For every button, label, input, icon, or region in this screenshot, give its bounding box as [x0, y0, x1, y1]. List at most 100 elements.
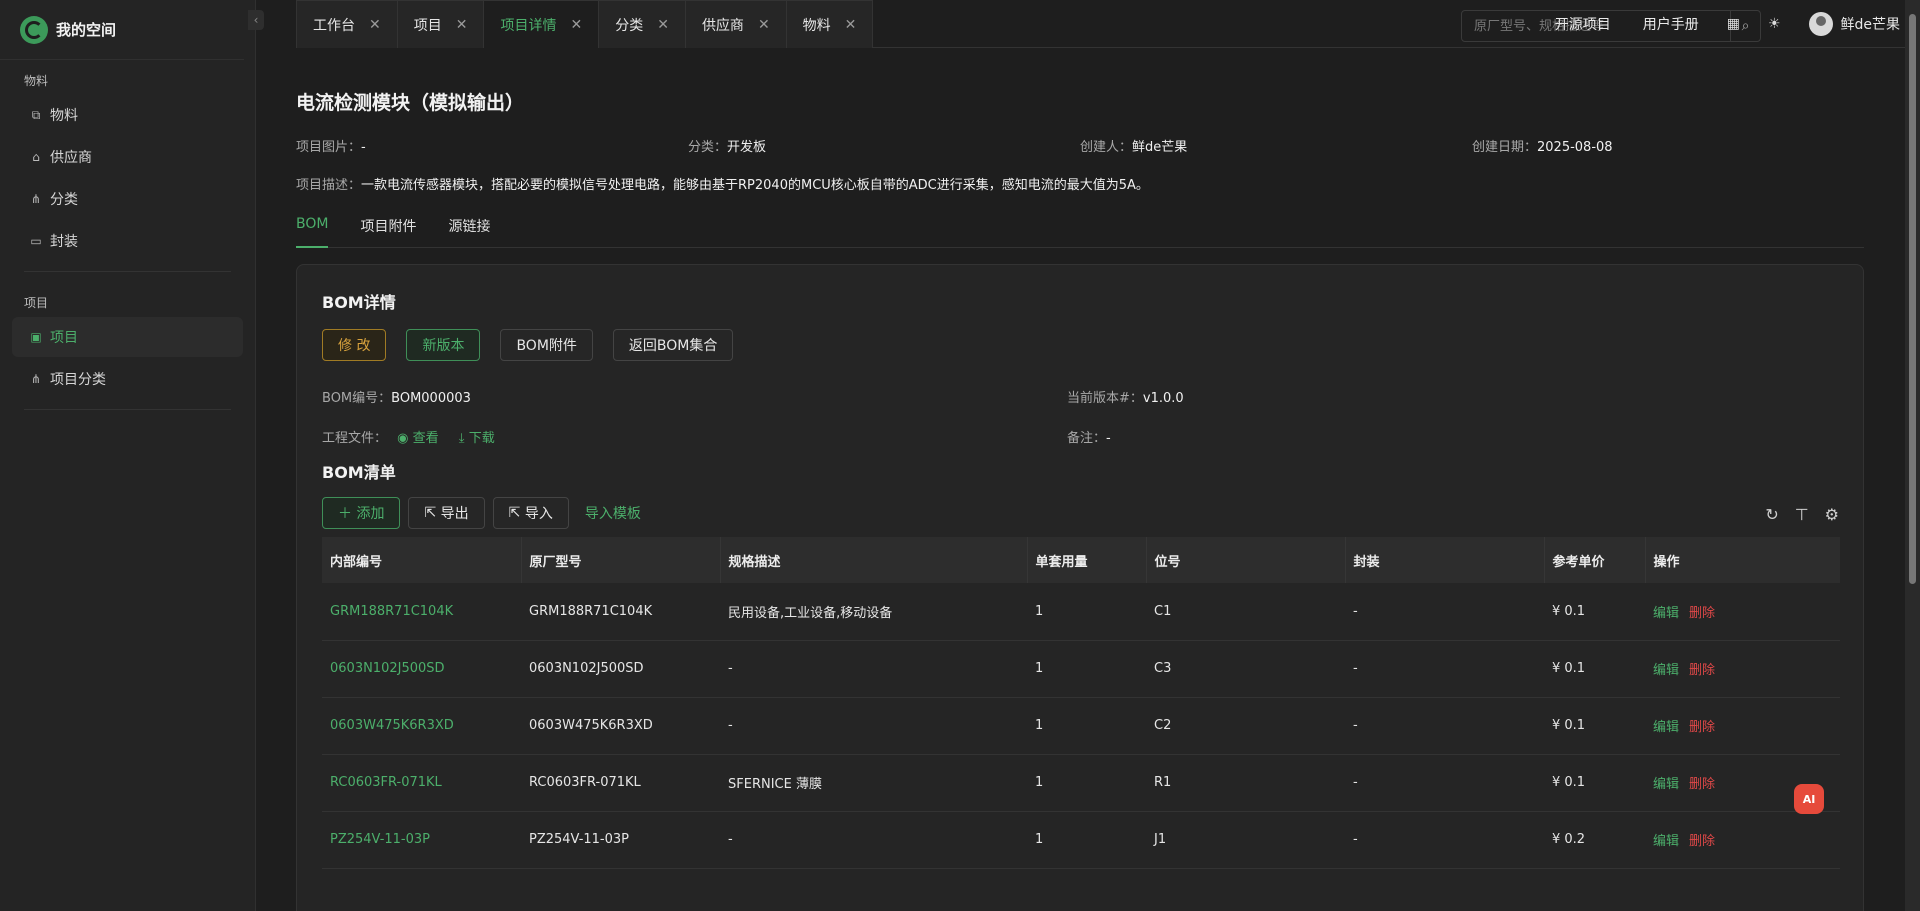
table-row: 0603N102J500SD 0603N102J500SD - 1 C3 - ¥…	[322, 640, 1840, 697]
bom-code: BOM编号：BOM000003	[322, 387, 471, 406]
edit-link[interactable]: 编辑	[1653, 777, 1679, 792]
import-template-link[interactable]: 导入模板	[585, 503, 641, 523]
column-header[interactable]: 位号	[1146, 537, 1346, 583]
sidebar-item-package[interactable]: ▭ 封装	[12, 221, 243, 261]
info-value: 一款电流传感器模块，搭配必要的模拟信号处理电路，能够由基于RP2040的MCU核…	[361, 178, 1149, 193]
row-actions: 编辑 删除	[1645, 811, 1840, 868]
sidebar-item-supplier[interactable]: ⌂ 供应商	[12, 137, 243, 177]
table-cell: R1	[1154, 775, 1172, 790]
info-key: 创建日期：	[1472, 140, 1538, 155]
edit-link[interactable]: 编辑	[1653, 606, 1679, 621]
export-button[interactable]: ⇱ 导出	[408, 497, 485, 529]
theme-sun-icon[interactable]: ☀	[1768, 16, 1781, 32]
internal-code-link[interactable]: PZ254V-11-03P	[322, 811, 521, 868]
tab-material[interactable]: 物料 ✕	[786, 0, 874, 48]
close-icon[interactable]: ✕	[369, 17, 381, 33]
view-link[interactable]: ◉ 查看	[397, 431, 439, 446]
import-label: 导入	[524, 506, 553, 522]
import-button[interactable]: ⇱ 导入	[492, 497, 569, 529]
row-actions: 编辑 删除	[1645, 640, 1840, 697]
table-cell: J1	[1154, 832, 1167, 847]
table-row: 0603W475K6R3XD 0603W475K6R3XD - 1 C2 - ¥…	[322, 697, 1840, 754]
edit-button[interactable]: 修 改	[322, 329, 387, 361]
close-icon[interactable]: ✕	[758, 17, 770, 33]
brand[interactable]: 我的空间	[0, 0, 244, 60]
delete-link[interactable]: 删除	[1689, 663, 1715, 678]
scrollbar-thumb[interactable]	[1909, 14, 1916, 584]
internal-code-link[interactable]: GRM188R71C104K	[322, 583, 521, 640]
table-row: RC0603FR-071KL RC0603FR-071KL SFERNICE 薄…	[322, 754, 1840, 811]
sidebar-item-project-category[interactable]: ⋔ 项目分类	[12, 359, 243, 399]
column-header[interactable]: 内部编号	[322, 537, 522, 583]
close-icon[interactable]: ✕	[456, 17, 468, 33]
settings-gear-icon[interactable]: ⚙	[1825, 505, 1839, 524]
table-header-row: 内部编号 原厂型号 规格描述 单套用量 位号 封装 参考单价 操作	[322, 537, 1840, 583]
meta-value: BOM000003	[391, 391, 471, 406]
add-button[interactable]: ＋ 添加	[322, 497, 401, 529]
user-manual-link[interactable]: 用户手册	[1643, 14, 1699, 34]
table-cell: ¥ 0.1	[1552, 603, 1586, 619]
column-header[interactable]: 原厂型号	[521, 537, 721, 583]
sidebar-collapse-icon[interactable]: ‹	[248, 10, 264, 30]
material-icon: ⧉	[31, 107, 41, 122]
column-header[interactable]: 单套用量	[1027, 537, 1147, 583]
edit-link[interactable]: 编辑	[1653, 834, 1679, 849]
project-category-info: 分类：开发板	[688, 136, 766, 155]
column-header[interactable]: 封装	[1345, 537, 1545, 583]
tab-project[interactable]: 项目 ✕	[397, 0, 485, 48]
sidebar-item-material[interactable]: ⧉ 物料	[12, 95, 243, 135]
edit-link[interactable]: 编辑	[1653, 720, 1679, 735]
delete-link[interactable]: 删除	[1689, 834, 1715, 849]
project-info: 项目图片：- 分类：开发板 创建人：鲜de芒果 创建日期：2025-08-08	[296, 136, 1864, 156]
tab-source-links[interactable]: 源链接	[448, 216, 490, 248]
internal-code-link[interactable]: 0603W475K6R3XD	[322, 697, 521, 754]
bom-list-title: BOM清单	[322, 463, 396, 482]
download-link[interactable]: ⤓ 下载	[459, 431, 495, 446]
page-scrollbar[interactable]	[1905, 0, 1920, 911]
tab-bar: 工作台 ✕ 项目 ✕ 项目详情 ✕ 分类 ✕ 供应商 ✕ 物料 ✕ ⌕ 开源项目…	[296, 0, 1920, 48]
table-cell: ¥ 0.1	[1552, 661, 1586, 676]
import-icon: ⇱	[508, 505, 521, 521]
delete-link[interactable]: 删除	[1689, 606, 1715, 621]
sidebar-item-label: 项目	[50, 330, 78, 346]
close-icon[interactable]: ✕	[845, 17, 857, 33]
table-cell: PZ254V-11-03P	[529, 832, 629, 847]
column-header[interactable]: 参考单价	[1544, 537, 1646, 583]
tab-project-detail[interactable]: 项目详情 ✕	[484, 0, 600, 48]
info-value: 开发板	[727, 140, 767, 155]
fullscreen-icon[interactable]: ▦	[1727, 16, 1740, 32]
view-label: 查看	[412, 431, 439, 446]
back-to-bom-set-button[interactable]: 返回BOM集合	[612, 329, 734, 361]
column-height-icon[interactable]: ⊤	[1795, 505, 1809, 524]
open-source-link[interactable]: 开源项目	[1555, 14, 1611, 34]
new-version-button[interactable]: 新版本	[406, 329, 481, 361]
refresh-icon[interactable]: ↻	[1765, 505, 1778, 524]
internal-code-link[interactable]: RC0603FR-071KL	[322, 754, 521, 811]
tab-category[interactable]: 分类 ✕	[599, 0, 686, 48]
tab-label: 项目详情	[500, 17, 557, 34]
sidebar-item-label: 分类	[50, 192, 78, 208]
close-icon[interactable]: ✕	[570, 17, 582, 33]
edit-link[interactable]: 编辑	[1653, 663, 1679, 678]
ai-assistant-icon[interactable]: AI	[1794, 784, 1824, 814]
sidebar-item-project[interactable]: ▣ 项目	[12, 317, 243, 357]
sidebar-item-category[interactable]: ⋔ 分类	[12, 179, 243, 219]
tab-attachments[interactable]: 项目附件	[360, 216, 416, 248]
close-icon[interactable]: ✕	[657, 17, 669, 33]
info-value: 2025-08-08	[1537, 140, 1613, 155]
delete-link[interactable]: 删除	[1689, 777, 1715, 792]
user-menu[interactable]: 鲜de芒果	[1808, 12, 1900, 36]
table-row: PZ254V-11-03P PZ254V-11-03P - 1 J1 - ¥ 0…	[322, 811, 1840, 868]
bom-attachment-button[interactable]: BOM附件	[500, 329, 593, 361]
info-key: 分类：	[688, 140, 728, 155]
tab-bom[interactable]: BOM	[296, 216, 329, 248]
column-header[interactable]: 规格描述	[720, 537, 1028, 583]
table-cell: -	[1353, 661, 1358, 676]
table-cell: 1	[1035, 603, 1044, 619]
tab-label: 项目	[413, 17, 442, 34]
tab-supplier[interactable]: 供应商 ✕	[685, 0, 787, 48]
internal-code-link[interactable]: 0603N102J500SD	[322, 640, 521, 697]
tab-workbench[interactable]: 工作台 ✕	[296, 0, 398, 48]
eye-icon: ◉	[397, 431, 409, 446]
delete-link[interactable]: 删除	[1689, 720, 1715, 735]
